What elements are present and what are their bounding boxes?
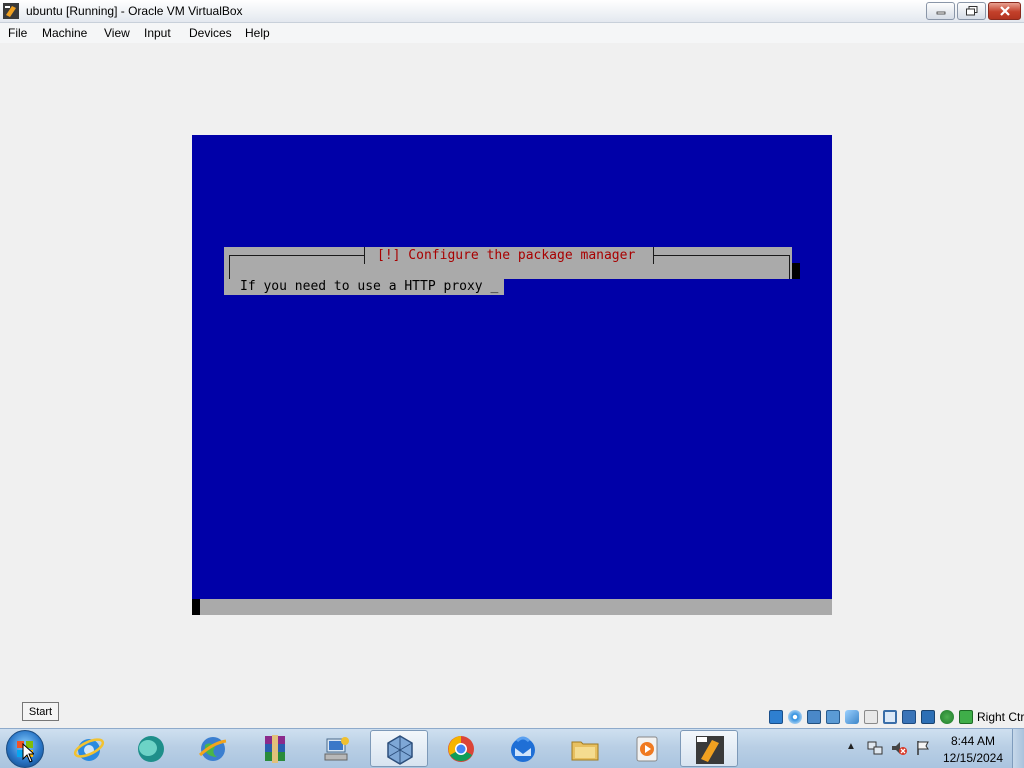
taskbar-internet-explorer[interactable] — [60, 730, 118, 767]
virtualbox-vm-icon — [696, 736, 724, 764]
taskbar-chrome[interactable] — [432, 730, 490, 767]
action-center-flag-icon[interactable] — [914, 739, 932, 757]
taskbar-setup-wizard[interactable] — [308, 730, 366, 767]
mouse-cursor-icon — [22, 743, 34, 763]
menu-bar: File Machine View Input Devices Help — [0, 23, 1024, 43]
dialog-body: If you need to use a HTTP proxy _ — [224, 279, 504, 295]
taskbar-media-player[interactable] — [618, 730, 676, 767]
internet-explorer-icon — [73, 738, 105, 761]
taskbar-winrar[interactable] — [246, 730, 304, 767]
taskbar-browser-globe[interactable] — [184, 730, 242, 767]
volume-muted-icon[interactable] — [890, 739, 908, 757]
menu-input[interactable]: Input — [144, 26, 171, 40]
close-icon — [999, 6, 1010, 16]
hard-disk-icon[interactable] — [769, 710, 783, 724]
menu-machine[interactable]: Machine — [42, 26, 87, 40]
media-player-icon — [636, 736, 658, 762]
restore-button[interactable] — [957, 2, 986, 20]
chrome-icon — [448, 736, 474, 762]
clock-time[interactable]: 8:44 AM — [944, 734, 1002, 748]
taskbar-virtualbox-vm[interactable] — [680, 730, 738, 767]
vm-display[interactable]: [!] Configure the package manager If you… — [192, 135, 832, 615]
menu-help[interactable]: Help — [245, 26, 270, 40]
restore-icon — [965, 6, 977, 16]
host-key-label: Right Ctrl — [977, 710, 1024, 724]
show-desktop-button[interactable] — [1012, 729, 1024, 768]
menu-devices[interactable]: Devices — [189, 26, 232, 40]
dialog-title: [!] Configure the package manager — [377, 248, 636, 263]
taskbar-virtualbox[interactable] — [370, 730, 428, 767]
cpu-icon[interactable] — [921, 710, 935, 724]
dialog-shadow — [792, 263, 800, 279]
browser-globe-icon — [198, 737, 227, 761]
vm-status-line — [192, 599, 832, 615]
network-tray-icon[interactable] — [866, 739, 884, 757]
shared-folders-icon[interactable] — [864, 710, 878, 724]
media-app-icon — [138, 736, 164, 762]
audio-icon[interactable] — [807, 710, 821, 724]
taskbar-media-app[interactable] — [122, 730, 180, 767]
dialog-title-box: [!] Configure the package manager — [364, 247, 654, 264]
keyboard-icon[interactable] — [959, 710, 973, 724]
taskbar: ▲ 8:44 AM 12/15/2024 — [0, 728, 1024, 768]
menu-view[interactable]: View — [104, 26, 130, 40]
winrar-icon — [265, 735, 285, 763]
window-title-bar[interactable]: ubuntu [Running] - Oracle VM VirtualBox — [0, 0, 1024, 23]
file-explorer-icon — [571, 741, 599, 761]
text-cursor — [192, 599, 200, 615]
recording-icon[interactable] — [902, 710, 916, 724]
clock-date[interactable]: 12/15/2024 — [940, 751, 1006, 765]
ubuntu-vm-icon — [3, 3, 19, 19]
minimize-button[interactable] — [926, 2, 955, 20]
display-icon[interactable] — [883, 710, 897, 724]
vm-status-bar: Right Ctrl — [766, 709, 1024, 727]
show-hidden-icons-button[interactable]: ▲ — [846, 741, 856, 752]
mouse-integration-icon[interactable] — [940, 710, 954, 724]
thunderbird-icon — [511, 736, 535, 762]
dialog-text: If you need to use a HTTP proxy _ — [240, 279, 499, 294]
minimize-icon — [936, 11, 945, 15]
taskbar-thunderbird[interactable] — [494, 730, 552, 767]
optical-drive-icon[interactable] — [788, 710, 802, 724]
menu-file[interactable]: File — [8, 26, 27, 40]
network-icon[interactable] — [826, 710, 840, 724]
usb-icon[interactable] — [845, 710, 859, 724]
start-tooltip: Start — [22, 702, 59, 721]
close-button[interactable] — [988, 2, 1021, 20]
window-title: ubuntu [Running] - Oracle VM VirtualBox — [26, 4, 243, 18]
setup-wizard-icon — [324, 737, 349, 761]
virtualbox-icon — [387, 735, 413, 765]
taskbar-file-explorer[interactable] — [556, 730, 614, 767]
